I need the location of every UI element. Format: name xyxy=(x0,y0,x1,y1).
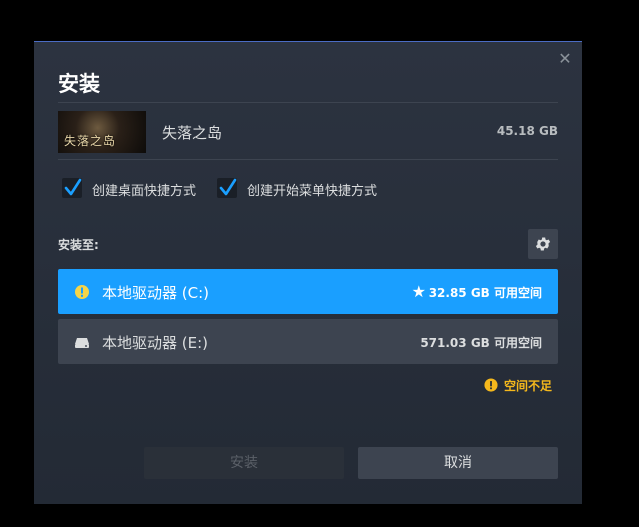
game-row: 失落之岛 失落之岛 45.18 GB xyxy=(58,111,558,153)
star-icon: ★ xyxy=(411,282,426,301)
startmenu-shortcut-label: 创建开始菜单快捷方式 xyxy=(247,184,378,199)
game-thumbnail: 失落之岛 xyxy=(58,111,146,153)
game-name: 失落之岛 xyxy=(162,124,223,142)
game-thumbnail-text: 失落之岛 xyxy=(64,134,117,148)
drive-icon xyxy=(75,338,89,348)
drive-name: 本地驱动器 (C:) xyxy=(102,284,210,302)
gear-icon xyxy=(535,237,551,251)
divider xyxy=(58,159,558,160)
cancel-button[interactable]: 取消 xyxy=(358,447,558,479)
game-size: 45.18 GB xyxy=(496,124,558,138)
warning-icon xyxy=(484,378,498,392)
checkbox-box[interactable] xyxy=(217,178,237,198)
desktop-shortcut-label: 创建桌面快捷方式 xyxy=(92,184,197,199)
install-to-label: 安装至: xyxy=(58,238,99,252)
drive-option-c[interactable]: 本地驱动器 (C:) ★ 32.85 GB 可用空间 xyxy=(58,269,558,314)
insufficient-space-warning: 空间不足 xyxy=(484,377,558,393)
checkmark-icon xyxy=(64,178,82,196)
install-dialog: ✕ 安装 失落之岛 失落之岛 45.18 GB 创建桌面快捷方式 创建开始菜单快… xyxy=(34,41,582,504)
library-settings-button[interactable] xyxy=(528,229,558,259)
drive-name: 本地驱动器 (E:) xyxy=(102,334,209,352)
close-icon[interactable]: ✕ xyxy=(558,51,572,67)
install-button[interactable]: 安装 xyxy=(144,447,344,479)
drive-option-e[interactable]: 本地驱动器 (E:) 571.03 GB 可用空间 xyxy=(58,319,558,364)
drive-free-space: 32.85 GB 可用空间 xyxy=(428,286,542,300)
drive-free-space: 571.03 GB 可用空间 xyxy=(420,336,542,350)
warning-text: 空间不足 xyxy=(504,379,553,393)
dialog-title: 安装 xyxy=(58,72,100,96)
divider xyxy=(58,102,558,103)
checkbox-box[interactable] xyxy=(62,178,82,198)
checkmark-icon xyxy=(219,178,237,196)
warning-icon xyxy=(75,285,89,299)
